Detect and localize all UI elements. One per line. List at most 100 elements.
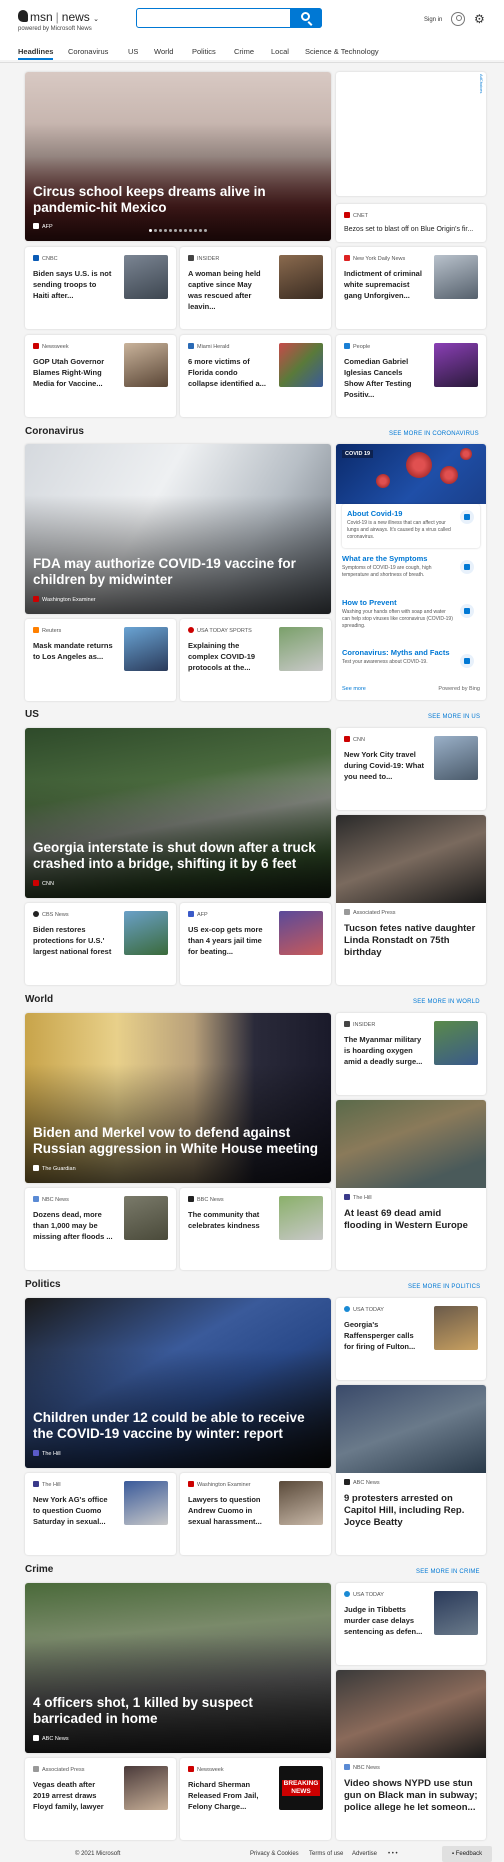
advertise-link[interactable]: Advertise xyxy=(352,1851,377,1857)
gear-icon[interactable]: ⚙ xyxy=(474,13,485,25)
card-title[interactable]: Vegas death after 2019 arrest draws Floy… xyxy=(33,1779,113,1812)
more-icon[interactable]: • • • xyxy=(388,1851,398,1857)
chevron-down-icon[interactable]: ⌄ xyxy=(93,16,99,23)
card-title[interactable]: Judge in Tibbetts murder case delays sen… xyxy=(344,1604,424,1637)
hero-card[interactable]: Biden and Merkel vow to defend against R… xyxy=(25,1013,331,1183)
card-title[interactable]: New York City travel during Covid-19: Wh… xyxy=(344,749,424,782)
news-card[interactable]: People Comedian Gabriel Iglesias Cancels… xyxy=(336,335,486,417)
news-card[interactable]: USA TODAY SPORTS Explaining the complex … xyxy=(180,619,331,701)
tab-politics[interactable]: Politics xyxy=(192,47,216,56)
cbs-logo-icon xyxy=(33,911,39,917)
see-more-politics-link[interactable]: SEE MORE IN POLITICS xyxy=(408,1284,480,1290)
see-more-coronavirus-link[interactable]: SEE MORE IN CORONAVIRUS xyxy=(389,431,479,437)
see-more-crime-link[interactable]: SEE MORE IN CRIME xyxy=(416,1569,480,1575)
card-title[interactable]: Explaining the complex COVID-19 protocol… xyxy=(188,640,268,673)
news-card[interactable]: Washington Examiner Lawyers to question … xyxy=(180,1473,331,1555)
card-title[interactable]: 9 protesters arrested on Capitol Hill, i… xyxy=(344,1493,478,1529)
card-source-label: CNET xyxy=(353,213,368,219)
card-title[interactable]: A woman being held captive since May was… xyxy=(188,268,268,312)
tab-crime[interactable]: Crime xyxy=(234,47,254,56)
hero-source: ABC News xyxy=(33,1735,69,1742)
card-title[interactable]: Bezos set to blast off on Blue Origin's … xyxy=(344,226,473,233)
hero-title[interactable]: Georgia interstate is shut down after a … xyxy=(33,840,323,872)
news-card[interactable]: USA TODAY Georgia's Raffensperger calls … xyxy=(336,1298,486,1380)
search-button[interactable] xyxy=(290,8,322,28)
news-card[interactable]: USA TODAY Judge in Tibbetts murder case … xyxy=(336,1583,486,1665)
tab-science-technology[interactable]: Science & Technology xyxy=(305,47,379,56)
card-title[interactable]: Biden says U.S. is not sending troops to… xyxy=(33,268,113,301)
covid-see-more-link[interactable]: See more xyxy=(342,686,366,692)
card-title[interactable]: At least 69 dead amid flooding in Wester… xyxy=(344,1208,478,1232)
see-more-us-link[interactable]: SEE MORE IN US xyxy=(428,714,480,720)
hero-title[interactable]: Children under 12 could be able to recei… xyxy=(33,1410,323,1442)
card-title[interactable]: New York AG's office to question Cuomo S… xyxy=(33,1494,113,1527)
news-card[interactable]: CNBC Biden says U.S. is not sending troo… xyxy=(25,247,176,329)
covid-item-myths[interactable]: Coronavirus: Myths and Facts Test your a… xyxy=(342,648,480,668)
search-input[interactable] xyxy=(141,11,281,25)
feedback-button[interactable]: ▪ Feedback xyxy=(442,1846,492,1862)
card-title[interactable]: Richard Sherman Released From Jail, Felo… xyxy=(188,1779,268,1812)
hero-card[interactable]: 4 officers shot, 1 killed by suspect bar… xyxy=(25,1583,331,1753)
news-card[interactable]: CNN New York City travel during Covid-19… xyxy=(336,728,486,810)
news-card[interactable]: INSIDER A woman being held captive since… xyxy=(180,247,331,329)
carousel-dots[interactable] xyxy=(25,219,331,237)
news-card[interactable]: Newsweek Richard Sherman Released From J… xyxy=(180,1758,331,1840)
picture-card[interactable]: ABC News 9 protesters arrested on Capito… xyxy=(336,1385,486,1555)
tab-us[interactable]: US xyxy=(128,47,138,56)
card-title[interactable]: US ex-cop gets more than 4 years jail ti… xyxy=(188,924,268,957)
news-card[interactable]: Associated Press Vegas death after 2019 … xyxy=(25,1758,176,1840)
msn-logo[interactable]: msn | news ⌄ xyxy=(18,10,99,24)
picture-card[interactable]: NBC News Video shows NYPD use stun gun o… xyxy=(336,1670,486,1840)
card-title[interactable]: 6 more victims of Florida condo collapse… xyxy=(188,356,268,389)
news-card[interactable]: Reuters Mask mandate returns to Los Ange… xyxy=(25,619,176,701)
card-title[interactable]: Comedian Gabriel Iglesias Cancels Show A… xyxy=(344,356,424,400)
advertisement[interactable]: AdChoices xyxy=(336,72,486,196)
news-card[interactable]: INSIDER The Myanmar military is hoarding… xyxy=(336,1013,486,1095)
adchoices-label[interactable]: AdChoices xyxy=(479,74,484,93)
see-more-world-link[interactable]: SEE MORE IN WORLD xyxy=(413,999,480,1005)
hero-card[interactable]: Children under 12 could be able to recei… xyxy=(25,1298,331,1468)
card-title[interactable]: The Myanmar military is hoarding oxygen … xyxy=(344,1034,424,1067)
hero-title[interactable]: 4 officers shot, 1 killed by suspect bar… xyxy=(33,1695,323,1727)
hero-card[interactable]: Circus school keeps dreams alive in pand… xyxy=(25,72,331,241)
avatar-icon[interactable] xyxy=(451,12,465,26)
hero-title[interactable]: FDA may authorize COVID-19 vaccine for c… xyxy=(33,556,323,588)
card-title[interactable]: Lawyers to question Andrew Cuomo in sexu… xyxy=(188,1494,268,1527)
news-card[interactable]: New York Daily News Indictment of crimin… xyxy=(336,247,486,329)
picture-card[interactable]: The Hill At least 69 dead amid flooding … xyxy=(336,1100,486,1270)
tab-headlines[interactable]: Headlines xyxy=(18,47,54,60)
card-title[interactable]: Tucson fetes native daughter Linda Ronst… xyxy=(344,923,478,959)
card-title[interactable]: The community that celebrates kindness xyxy=(188,1209,268,1231)
privacy-link[interactable]: Privacy & Cookies xyxy=(250,1851,299,1857)
news-card[interactable]: The Hill New York AG's office to questio… xyxy=(25,1473,176,1555)
covid-item-about[interactable]: About Covid-19 Covid-19 is a new illness… xyxy=(342,504,480,548)
cnet-card[interactable]: CNET Bezos set to blast off on Blue Orig… xyxy=(336,204,486,242)
news-card[interactable]: Miami Herald 6 more victims of Florida c… xyxy=(180,335,331,417)
card-title[interactable]: GOP Utah Governor Blames Right-Wing Medi… xyxy=(33,356,113,389)
card-source: The Hill xyxy=(33,1481,61,1488)
news-card[interactable]: Newsweek GOP Utah Governor Blames Right-… xyxy=(25,335,176,417)
news-card[interactable]: BBC News The community that celebrates k… xyxy=(180,1188,331,1270)
news-card[interactable]: CBS News Biden restores protections for … xyxy=(25,903,176,985)
card-title[interactable]: Indictment of criminal white supremacist… xyxy=(344,268,424,301)
tab-coronavirus[interactable]: Coronavirus xyxy=(68,47,108,56)
covid-item-symptoms[interactable]: What are the Symptoms Symptoms of COVID-… xyxy=(342,554,480,579)
tab-world[interactable]: World xyxy=(154,47,173,56)
hero-card[interactable]: Georgia interstate is shut down after a … xyxy=(25,728,331,898)
section-heading-us: US xyxy=(25,709,39,720)
hero-title[interactable]: Biden and Merkel vow to defend against R… xyxy=(33,1125,323,1157)
news-card[interactable]: AFP US ex-cop gets more than 4 years jai… xyxy=(180,903,331,985)
card-title[interactable]: Mask mandate returns to Los Angeles as..… xyxy=(33,640,113,662)
picture-card[interactable]: Associated Press Tucson fetes native dau… xyxy=(336,815,486,985)
card-title[interactable]: Dozens dead, more than 1,000 may be miss… xyxy=(33,1209,113,1242)
hero-card[interactable]: FDA may authorize COVID-19 vaccine for c… xyxy=(25,444,331,614)
card-title[interactable]: Video shows NYPD use stun gun on Black m… xyxy=(344,1778,478,1814)
hero-title[interactable]: Circus school keeps dreams alive in pand… xyxy=(33,184,323,216)
tab-local[interactable]: Local xyxy=(271,47,289,56)
terms-link[interactable]: Terms of use xyxy=(309,1851,343,1857)
card-title[interactable]: Biden restores protections for U.S.' lar… xyxy=(33,924,113,957)
news-card[interactable]: NBC News Dozens dead, more than 1,000 ma… xyxy=(25,1188,176,1270)
covid-item-prevent[interactable]: How to Prevent Washing your hands often … xyxy=(342,598,480,630)
card-title[interactable]: Georgia's Raffensperger calls for firing… xyxy=(344,1319,424,1352)
sign-in-link[interactable]: Sign in xyxy=(424,17,442,23)
